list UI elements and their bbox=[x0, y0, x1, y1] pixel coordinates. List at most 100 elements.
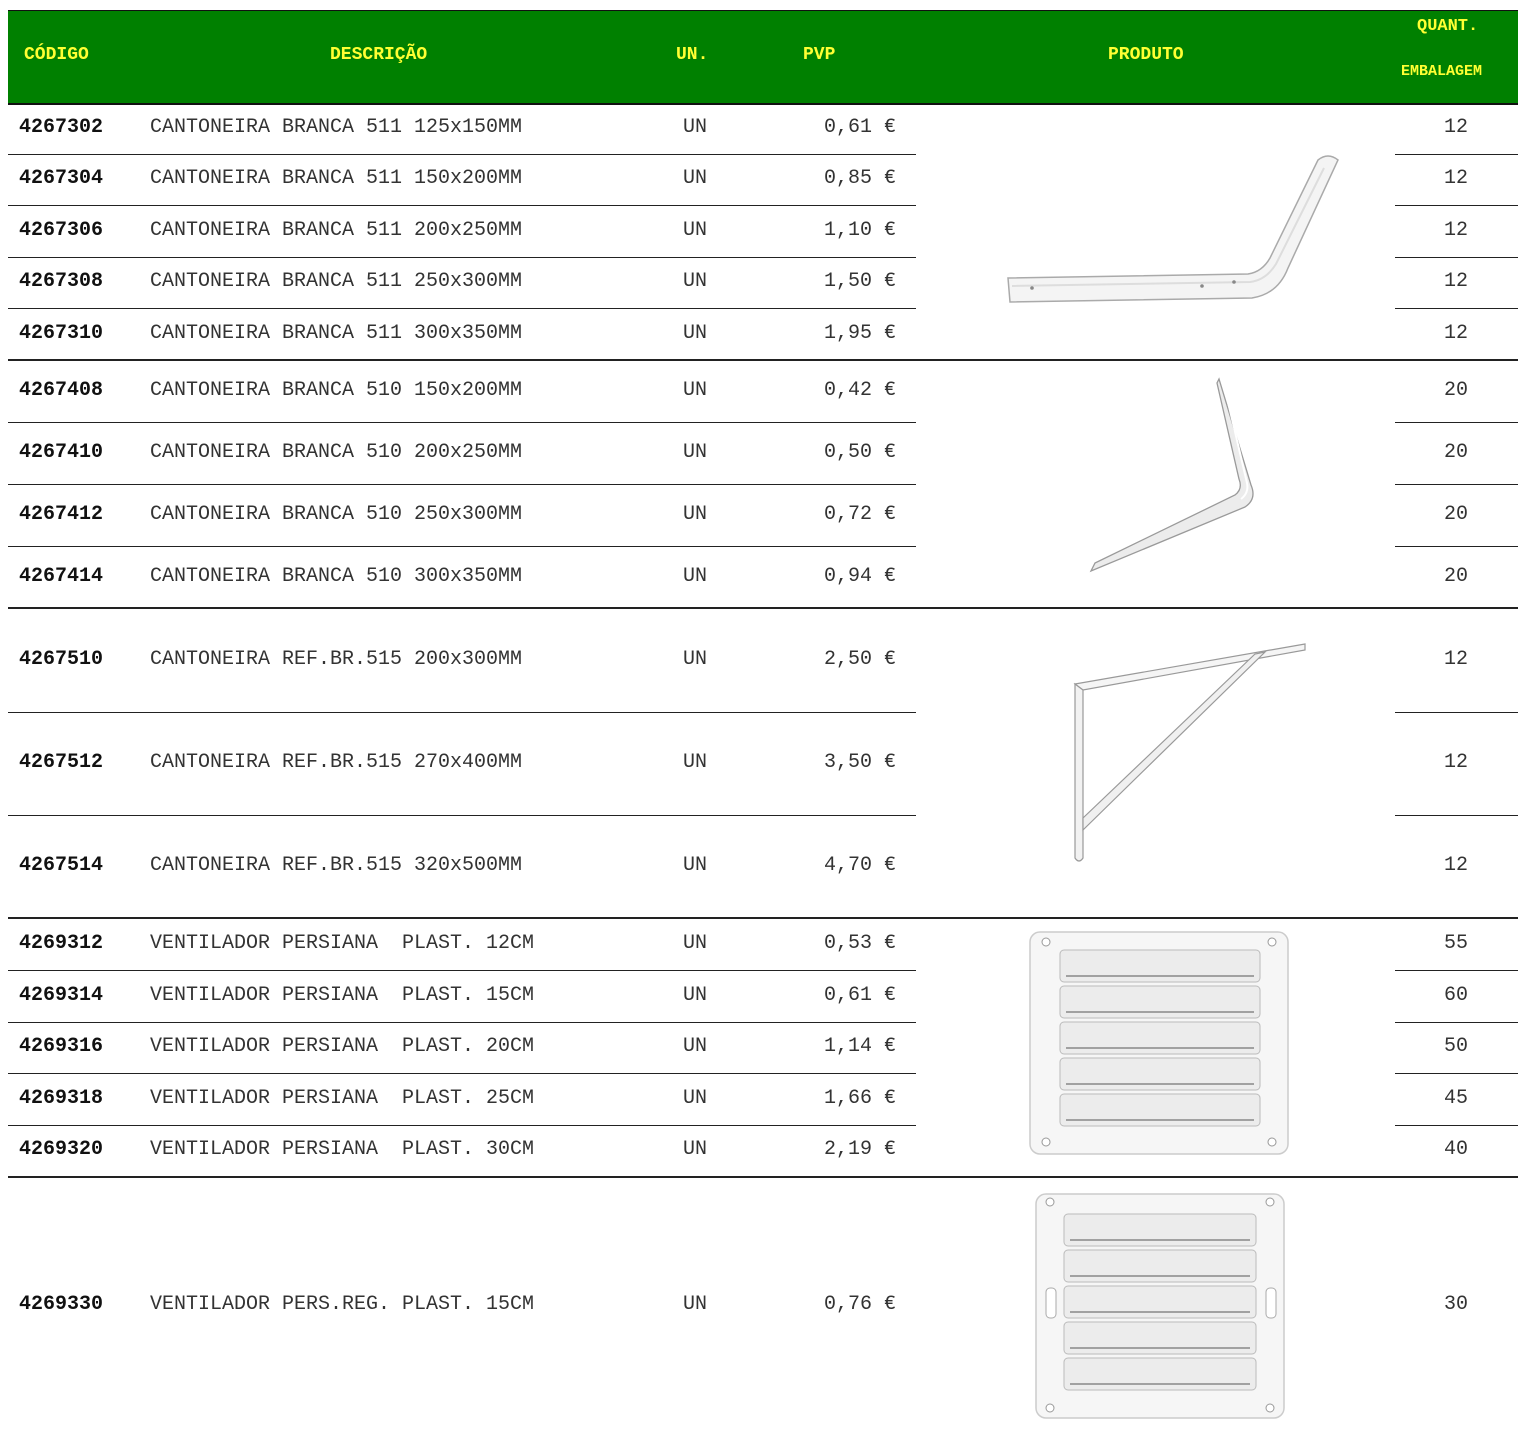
product-code: 4269320 bbox=[19, 1138, 104, 1161]
shelf-bracket-511-image bbox=[1007, 155, 1339, 303]
header-embalagem: EMBALAGEM bbox=[1401, 63, 1483, 80]
table-header: CÓDIGO DESCRIÇÃO UN. PVP PRODUTO QUANT. … bbox=[8, 10, 1518, 105]
product-unit: UN bbox=[683, 854, 708, 877]
product-description: CANTONEIRA REF.BR.515 200x300MM bbox=[150, 648, 523, 671]
header-codigo: CÓDIGO bbox=[24, 45, 89, 65]
product-unit: UN bbox=[683, 1293, 708, 1316]
reinforced-bracket-515-image bbox=[1073, 643, 1306, 862]
product-description: VENTILADOR PERSIANA PLAST. 30CM bbox=[150, 1138, 535, 1161]
product-unit: UN bbox=[683, 984, 708, 1007]
product-price: 1,95 € bbox=[823, 322, 896, 345]
row-divider bbox=[8, 1022, 916, 1023]
product-price: 2,19 € bbox=[823, 1138, 896, 1161]
group-divider bbox=[8, 607, 1518, 609]
product-price: 0,53 € bbox=[823, 932, 896, 955]
package-quantity: 12 bbox=[1443, 116, 1468, 139]
header-pvp: PVP bbox=[803, 45, 836, 65]
package-quantity: 20 bbox=[1443, 565, 1468, 588]
header-un: UN. bbox=[676, 45, 709, 65]
shelf-bracket-510-image bbox=[1089, 377, 1254, 573]
product-price: 0,50 € bbox=[823, 441, 896, 464]
package-quantity: 12 bbox=[1443, 648, 1468, 671]
product-description: VENTILADOR PERSIANA PLAST. 15CM bbox=[150, 984, 535, 1007]
package-quantity: 40 bbox=[1443, 1138, 1468, 1161]
product-description: CANTONEIRA BRANCA 510 300x350MM bbox=[150, 565, 523, 588]
header-produto: PRODUTO bbox=[1108, 45, 1184, 65]
product-description: CANTONEIRA BRANCA 511 150x200MM bbox=[150, 167, 523, 190]
row-divider bbox=[1395, 308, 1518, 309]
product-unit: UN bbox=[683, 441, 708, 464]
product-code: 4267412 bbox=[19, 503, 104, 526]
group-divider bbox=[8, 1176, 1518, 1178]
product-price: 4,70 € bbox=[823, 854, 896, 877]
product-unit: UN bbox=[683, 503, 708, 526]
product-unit: UN bbox=[683, 322, 708, 345]
product-description: CANTONEIRA BRANCA 510 250x300MM bbox=[150, 503, 523, 526]
group-divider bbox=[8, 917, 1518, 919]
product-unit: UN bbox=[683, 1087, 708, 1110]
product-code: 4269316 bbox=[19, 1035, 104, 1058]
row-divider bbox=[1395, 484, 1518, 485]
row-divider bbox=[8, 205, 916, 206]
row-divider bbox=[8, 546, 916, 547]
product-price: 0,42 € bbox=[823, 379, 896, 402]
package-quantity: 12 bbox=[1443, 322, 1468, 345]
package-quantity: 45 bbox=[1443, 1087, 1468, 1110]
row-divider bbox=[1395, 154, 1518, 155]
row-divider bbox=[8, 484, 916, 485]
product-description: VENTILADOR PERSIANA PLAST. 25CM bbox=[150, 1087, 535, 1110]
header-descricao: DESCRIÇÃO bbox=[330, 45, 428, 65]
product-code: 4267306 bbox=[19, 219, 104, 242]
product-unit: UN bbox=[683, 565, 708, 588]
product-price: 0,76 € bbox=[823, 1293, 896, 1316]
package-quantity: 30 bbox=[1443, 1293, 1468, 1316]
product-description: VENTILADOR PERSIANA PLAST. 12CM bbox=[150, 932, 535, 955]
product-unit: UN bbox=[683, 379, 708, 402]
package-quantity: 50 bbox=[1443, 1035, 1468, 1058]
product-code: 4267308 bbox=[19, 270, 104, 293]
product-price: 0,72 € bbox=[823, 503, 896, 526]
product-code: 4267310 bbox=[19, 322, 104, 345]
row-divider bbox=[8, 1125, 916, 1126]
product-price: 0,94 € bbox=[823, 565, 896, 588]
product-description: CANTONEIRA BRANCA 511 250x300MM bbox=[150, 270, 523, 293]
product-code: 4267514 bbox=[19, 854, 104, 877]
product-description: CANTONEIRA BRANCA 511 300x350MM bbox=[150, 322, 523, 345]
row-divider bbox=[1395, 546, 1518, 547]
package-quantity: 55 bbox=[1443, 932, 1468, 955]
product-price: 1,66 € bbox=[823, 1087, 896, 1110]
product-code: 4267304 bbox=[19, 167, 104, 190]
product-price: 3,50 € bbox=[823, 751, 896, 774]
product-unit: UN bbox=[683, 116, 708, 139]
row-divider bbox=[1395, 257, 1518, 258]
product-description: CANTONEIRA REF.BR.515 320x500MM bbox=[150, 854, 523, 877]
product-price: 1,50 € bbox=[823, 270, 896, 293]
package-quantity: 12 bbox=[1443, 219, 1468, 242]
package-quantity: 20 bbox=[1443, 379, 1468, 402]
row-divider bbox=[1395, 970, 1518, 971]
product-code: 4267510 bbox=[19, 648, 104, 671]
product-price: 2,50 € bbox=[823, 648, 896, 671]
row-divider bbox=[8, 1073, 916, 1074]
product-unit: UN bbox=[683, 751, 708, 774]
product-description: VENTILADOR PERS.REG. PLAST. 15CM bbox=[150, 1293, 535, 1316]
row-divider bbox=[1395, 1022, 1518, 1023]
product-unit: UN bbox=[683, 1035, 708, 1058]
louvre-vent-image bbox=[1029, 931, 1289, 1155]
product-description: CANTONEIRA BRANCA 511 200x250MM bbox=[150, 219, 523, 242]
package-quantity: 12 bbox=[1443, 270, 1468, 293]
product-code: 4269330 bbox=[19, 1293, 104, 1316]
product-code: 4269312 bbox=[19, 932, 104, 955]
product-code: 4269314 bbox=[19, 984, 104, 1007]
product-price: 1,10 € bbox=[823, 219, 896, 242]
package-quantity: 12 bbox=[1443, 854, 1468, 877]
package-quantity: 20 bbox=[1443, 441, 1468, 464]
product-price: 1,14 € bbox=[823, 1035, 896, 1058]
row-divider bbox=[8, 815, 916, 816]
product-unit: UN bbox=[683, 648, 708, 671]
header-quant: QUANT. bbox=[1417, 17, 1479, 36]
package-quantity: 12 bbox=[1443, 167, 1468, 190]
row-divider bbox=[1395, 422, 1518, 423]
package-quantity: 12 bbox=[1443, 751, 1468, 774]
product-unit: UN bbox=[683, 932, 708, 955]
